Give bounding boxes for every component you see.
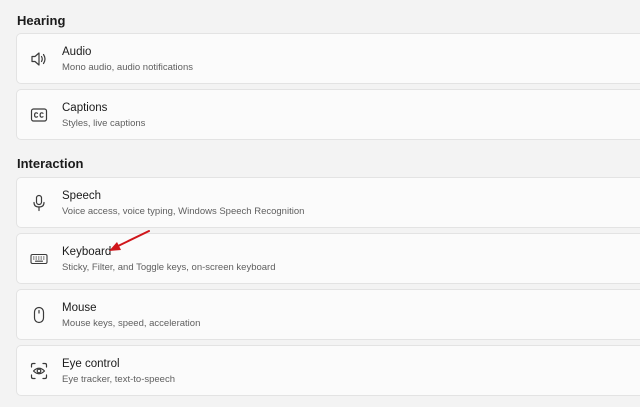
keyboard-icon bbox=[29, 249, 49, 269]
settings-item-description: Styles, live captions bbox=[62, 118, 146, 129]
speaker-icon bbox=[29, 49, 49, 69]
settings-item-title: Captions bbox=[62, 102, 108, 114]
section-title-hearing: Hearing bbox=[17, 13, 66, 28]
settings-item-description: Eye tracker, text-to-speech bbox=[62, 374, 175, 385]
settings-item-mouse[interactable]: Mouse Mouse keys, speed, acceleration bbox=[16, 289, 640, 340]
settings-item-eye-control[interactable]: Eye control Eye tracker, text-to-speech bbox=[16, 345, 640, 396]
eye-control-icon bbox=[29, 361, 49, 381]
settings-item-keyboard[interactable]: Keyboard Sticky, Filter, and Toggle keys… bbox=[16, 233, 640, 284]
settings-item-title: Eye control bbox=[62, 358, 120, 370]
settings-item-title: Speech bbox=[62, 190, 102, 202]
settings-item-description: Mono audio, audio notifications bbox=[62, 62, 193, 73]
settings-item-captions[interactable]: Captions Styles, live captions bbox=[16, 89, 640, 140]
settings-item-title: Keyboard bbox=[62, 246, 112, 258]
settings-item-title: Audio bbox=[62, 46, 92, 58]
settings-item-speech[interactable]: Speech Voice access, voice typing, Windo… bbox=[16, 177, 640, 228]
microphone-icon bbox=[29, 193, 49, 213]
settings-item-description: Sticky, Filter, and Toggle keys, on-scre… bbox=[62, 262, 276, 273]
captions-icon bbox=[29, 105, 49, 125]
settings-item-audio[interactable]: Audio Mono audio, audio notifications bbox=[16, 33, 640, 84]
settings-item-title: Mouse bbox=[62, 302, 97, 314]
settings-item-description: Mouse keys, speed, acceleration bbox=[62, 318, 201, 329]
section-title-interaction: Interaction bbox=[17, 156, 84, 171]
accessibility-settings-page: Hearing Audio Mono audio, audio notifica… bbox=[0, 0, 640, 407]
settings-item-description: Voice access, voice typing, Windows Spee… bbox=[62, 206, 305, 217]
mouse-icon bbox=[29, 305, 49, 325]
